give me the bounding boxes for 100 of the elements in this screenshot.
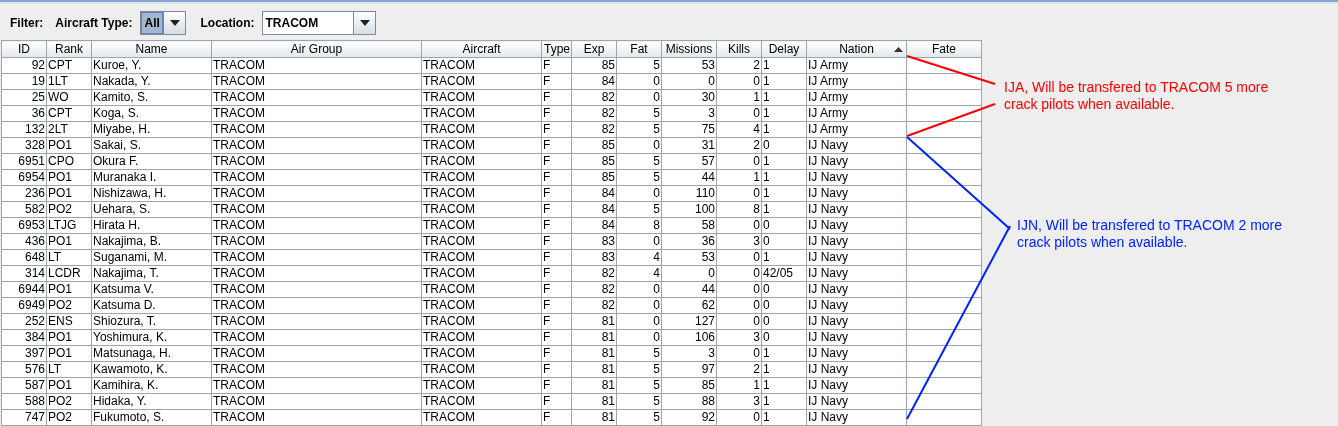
table-cell: 0	[716, 185, 762, 202]
table-cell: IJ Navy	[806, 249, 907, 266]
table-cell: 397	[1, 345, 47, 362]
dropdown[interactable]: TRACOM	[262, 11, 377, 35]
table-cell: 0	[761, 297, 807, 314]
table-cell: 44	[661, 281, 717, 298]
column-header[interactable]: Fat	[616, 40, 662, 58]
table-cell: F	[541, 153, 572, 170]
table-cell: 110	[661, 185, 717, 202]
table-cell: IJ Army	[806, 89, 907, 106]
table-cell: Sakai, S.	[91, 137, 212, 154]
column-header[interactable]: Missions	[661, 40, 717, 58]
column-header[interactable]: Aircraft	[421, 40, 542, 58]
table-cell: 1	[761, 153, 807, 170]
column-header[interactable]: Air Group	[211, 40, 422, 58]
annotation-note: IJA, Will be transfered to TRACOM 5 more crack pilots when available.	[1004, 79, 1270, 113]
table-cell: 5	[616, 121, 662, 138]
dropdown[interactable]: All	[140, 11, 187, 35]
table-cell: 30	[661, 89, 717, 106]
column-header[interactable]: Name	[91, 40, 212, 58]
table-cell: 0	[716, 153, 762, 170]
table-cell: 5	[616, 409, 662, 426]
table-cell: PO2	[46, 297, 92, 314]
table-cell: 588	[1, 393, 47, 410]
table-cell: TRACOM	[421, 409, 542, 426]
table-cell: TRACOM	[421, 153, 542, 170]
table-cell: 587	[1, 377, 47, 394]
table-cell: IJ Navy	[806, 393, 907, 410]
table-cell: F	[541, 393, 572, 410]
table-cell: 84	[571, 73, 617, 90]
table-cell: F	[541, 73, 572, 90]
column-header[interactable]: Fate	[906, 40, 982, 58]
table-cell: 85	[571, 137, 617, 154]
table-cell: 314	[1, 265, 47, 282]
table-cell: TRACOM	[211, 73, 422, 90]
table-cell: 1	[761, 105, 807, 122]
table-cell: TRACOM	[211, 57, 422, 74]
table-cell: 36	[1, 105, 47, 122]
aircraft-type-label: Aircraft Type:	[55, 15, 133, 32]
table-cell: 4	[616, 249, 662, 266]
table-cell: PO2	[46, 393, 92, 410]
table-cell: TRACOM	[211, 281, 422, 298]
table-cell: TRACOM	[211, 217, 422, 234]
table-cell: TRACOM	[211, 105, 422, 122]
table-cell: Nakajima, T.	[91, 265, 212, 282]
table-cell: 328	[1, 137, 47, 154]
table-cell: F	[541, 377, 572, 394]
table-cell: TRACOM	[421, 345, 542, 362]
table-cell: 85	[571, 169, 617, 186]
table-cell: TRACOM	[421, 393, 542, 410]
table-cell: 0	[716, 249, 762, 266]
table-cell: IJ Navy	[806, 329, 907, 346]
table-cell: 2	[716, 57, 762, 74]
table-cell: 8	[716, 201, 762, 218]
table-cell: 1	[761, 377, 807, 394]
column-header[interactable]: Nation	[806, 40, 907, 58]
column-header[interactable]: Delay	[761, 40, 807, 58]
table-cell: IJ Navy	[806, 313, 907, 330]
table-cell: PO1	[46, 137, 92, 154]
sort-ascending-icon	[894, 47, 903, 52]
table-cell: Katsuma D.	[91, 297, 212, 314]
column-header[interactable]: Kills	[716, 40, 762, 58]
table-cell: 97	[661, 361, 717, 378]
table-cell: 81	[571, 345, 617, 362]
column-header[interactable]: Rank	[46, 40, 92, 58]
table-cell: TRACOM	[421, 233, 542, 250]
table-cell: F	[541, 361, 572, 378]
table-cell: Nakada, Y.	[91, 73, 212, 90]
table-cell: TRACOM	[421, 361, 542, 378]
table-cell: Suganami, M.	[91, 249, 212, 266]
table-cell: Hirata H.	[91, 217, 212, 234]
column-header[interactable]: ID	[1, 40, 47, 58]
table-cell: TRACOM	[421, 137, 542, 154]
table-cell: Kuroe, Y.	[91, 57, 212, 74]
table-cell: LT	[46, 249, 92, 266]
table-cell: 57	[661, 153, 717, 170]
table-cell: IJ Navy	[806, 297, 907, 314]
table-cell: Nishizawa, H.	[91, 185, 212, 202]
table-cell: F	[541, 409, 572, 426]
table-cell: 5	[616, 361, 662, 378]
table-cell: F	[541, 169, 572, 186]
table-cell: IJ Navy	[806, 185, 907, 202]
table-cell: 127	[661, 313, 717, 330]
table-cell: 5	[616, 393, 662, 410]
table-cell: 0	[616, 313, 662, 330]
table-cell: 6953	[1, 217, 47, 234]
table-cell: Shiozura, T.	[91, 313, 212, 330]
table-cell: F	[541, 105, 572, 122]
column-header[interactable]: Exp	[571, 40, 617, 58]
table-cell: LTJG	[46, 217, 92, 234]
column-header[interactable]: Type	[541, 40, 572, 58]
table-cell: Muranaka I.	[91, 169, 212, 186]
table-cell: Kawamoto, K.	[91, 361, 212, 378]
table-cell: Kamihira, K.	[91, 377, 212, 394]
table-cell: TRACOM	[421, 201, 542, 218]
table-cell: 81	[571, 393, 617, 410]
table-cell: CPT	[46, 105, 92, 122]
table-cell: 1	[716, 377, 762, 394]
table-cell: 1	[761, 73, 807, 90]
table-cell: 0	[761, 217, 807, 234]
